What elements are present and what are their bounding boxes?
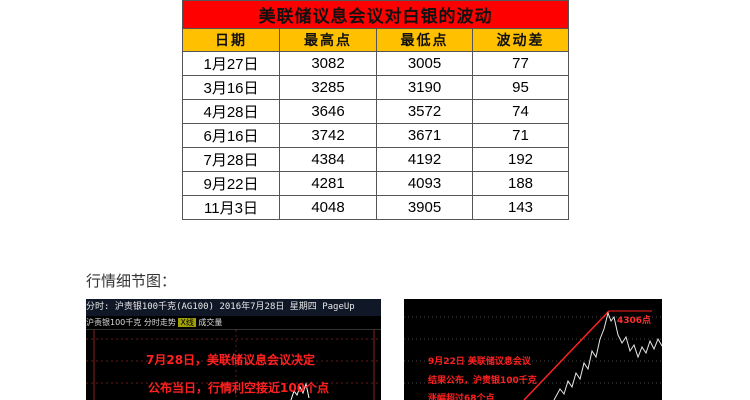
- table-row: 4月28日 3646 3572 74: [182, 99, 569, 124]
- table-cell: 192: [472, 147, 569, 172]
- table-cell: 143: [472, 195, 569, 220]
- table-cell: 3005: [376, 51, 473, 76]
- table-cell: 3082: [279, 51, 377, 76]
- table-cell: 77: [472, 51, 569, 76]
- table-cell: 4192: [376, 147, 473, 172]
- annotation-line: 9月22日 美联储议息会议: [428, 357, 531, 367]
- table-row: 11月3日 4048 3905 143: [182, 195, 569, 220]
- table-cell: 4384: [279, 147, 377, 172]
- table-cell: 4093: [376, 171, 473, 196]
- table-cell: 1月27日: [182, 51, 280, 76]
- table-cell: 4048: [279, 195, 377, 220]
- annotation-line: 公布当日，行情利空接近100个点: [148, 381, 330, 395]
- silver-chart-september: 4306点 9月22日 美联储议息会议 结果公布，沪责银100千克 涨幅超过68…: [404, 299, 662, 400]
- table-title: 美联储议息会议对白银的波动: [182, 0, 569, 29]
- table-cell: 71: [472, 123, 569, 148]
- table-cell: 3285: [279, 75, 377, 100]
- annotation-line: 结果公布，沪责银100千克: [428, 376, 537, 386]
- table-row: 3月16日 3285 3190 95: [182, 75, 569, 100]
- table-cell: 7月28日: [182, 147, 280, 172]
- annotation-line: 7月28日，美联储议息会议决定: [146, 353, 316, 367]
- table-row: 7月28日 4384 4192 192: [182, 147, 569, 172]
- table-cell: 9月22日: [182, 171, 280, 196]
- table-cell: 6月16日: [182, 123, 280, 148]
- table-cell: 11月3日: [182, 195, 280, 220]
- table-cell: 95: [472, 75, 569, 100]
- table-cell: 3646: [279, 99, 377, 124]
- table-row: 1月27日 3082 3005 77: [182, 51, 569, 76]
- table-row: 6月16日 3742 3671 71: [182, 123, 569, 148]
- column-header: 波动差: [472, 28, 569, 52]
- table-cell: 3671: [376, 123, 473, 148]
- section-caption: 行情细节图：: [86, 272, 177, 290]
- table-cell: 4月28日: [182, 99, 280, 124]
- peak-label: 4306点: [617, 316, 652, 326]
- table-row: 9月22日 4281 4093 188: [182, 171, 569, 196]
- price-table: 美联储议息会议对白银的波动 日期 最高点 最低点 波动差 1月27日 3082 3005 7…: [182, 0, 569, 220]
- table-cell: 3190: [376, 75, 473, 100]
- silver-intraday-chart-july: 分时: 沪责银100千克(AG100) 2016年7月28日 星期四 PageU…: [86, 299, 381, 400]
- column-header: 最高点: [279, 28, 377, 52]
- table-cell: 3905: [376, 195, 473, 220]
- annotation-line: 涨幅超过68个点: [428, 394, 495, 400]
- table-cell: 74: [472, 99, 569, 124]
- column-header: 最低点: [376, 28, 473, 52]
- table-cell: 3572: [376, 99, 473, 124]
- table-cell: 4281: [279, 171, 377, 196]
- column-header: 日期: [182, 28, 280, 52]
- table-cell: 188: [472, 171, 569, 196]
- table-cell: 3742: [279, 123, 377, 148]
- table-cell: 3月16日: [182, 75, 280, 100]
